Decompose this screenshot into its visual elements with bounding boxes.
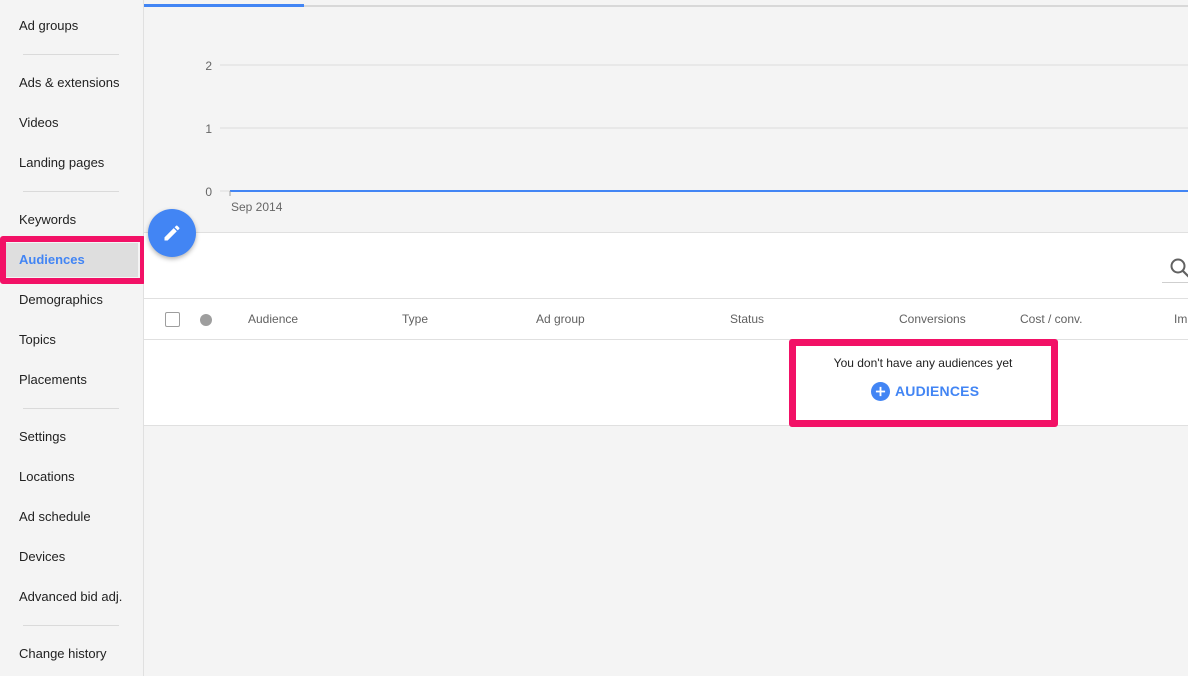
column-header-status[interactable]: Status [730,299,764,339]
column-header-conversions[interactable]: Conversions [899,299,966,339]
y-tick-label: 0 [205,185,212,199]
pencil-icon [164,225,180,241]
sidebar-item-landing-pages[interactable]: Landing pages [0,142,143,182]
performance-chart: 2 1 0 Sep 2014 [205,59,1188,214]
table-header-row: Audience Type Ad group Status Conversion… [144,298,1188,340]
sidebar-item-videos[interactable]: Videos [0,102,143,142]
sidebar-item-change-history[interactable]: Change history [0,633,143,673]
sidebar-divider [23,408,119,409]
sidebar-item-locations[interactable]: Locations [0,456,143,496]
column-header-impressions[interactable]: Im [1174,299,1187,339]
sidebar-item-audiences[interactable]: Audiences [0,239,143,279]
sidebar-item-advanced-bid-adj[interactable]: Advanced bid adj. [0,576,143,616]
status-dot-icon [200,314,212,326]
sidebar-item-demographics[interactable]: Demographics [0,279,143,319]
column-header-ad-group[interactable]: Ad group [536,299,585,339]
search-underline [1162,282,1188,283]
sidebar-nav: Ad groups Ads & extensions Videos Landin… [0,0,144,676]
sidebar-divider [23,625,119,626]
sidebar-item-topics[interactable]: Topics [0,319,143,359]
empty-state-message: You don't have any audiences yet [833,356,1013,370]
sidebar-divider [23,191,119,192]
sidebar-item-placements[interactable]: Placements [0,359,143,399]
audiences-table: Audience Type Ad group Status Conversion… [144,232,1188,426]
sidebar-item-ads-extensions[interactable]: Ads & extensions [0,62,143,102]
y-tick-label: 1 [205,122,212,136]
plus-icon [871,381,890,401]
sidebar-item-ad-schedule[interactable]: Ad schedule [0,496,143,536]
column-header-audience[interactable]: Audience [248,299,298,339]
column-header-type[interactable]: Type [402,299,428,339]
sidebar-item-keywords[interactable]: Keywords [0,199,143,239]
sidebar-item-settings[interactable]: Settings [0,416,143,456]
search-icon [1170,258,1188,278]
column-header-cost-per-conv[interactable]: Cost / conv. [1020,299,1082,339]
search-button[interactable] [1162,253,1188,283]
sidebar-item-ad-groups[interactable]: Ad groups [0,5,143,45]
add-audiences-button[interactable]: AUDIENCES [871,380,979,402]
edit-fab-button[interactable] [148,209,196,257]
add-audiences-label: AUDIENCES [895,383,980,399]
y-tick-label: 2 [205,59,212,73]
sidebar-item-devices[interactable]: Devices [0,536,143,576]
x-tick-label: Sep 2014 [231,200,283,214]
empty-state: You don't have any audiences yet AUDIENC… [790,342,1056,420]
select-all-checkbox[interactable] [165,312,180,327]
sidebar-divider [23,54,119,55]
